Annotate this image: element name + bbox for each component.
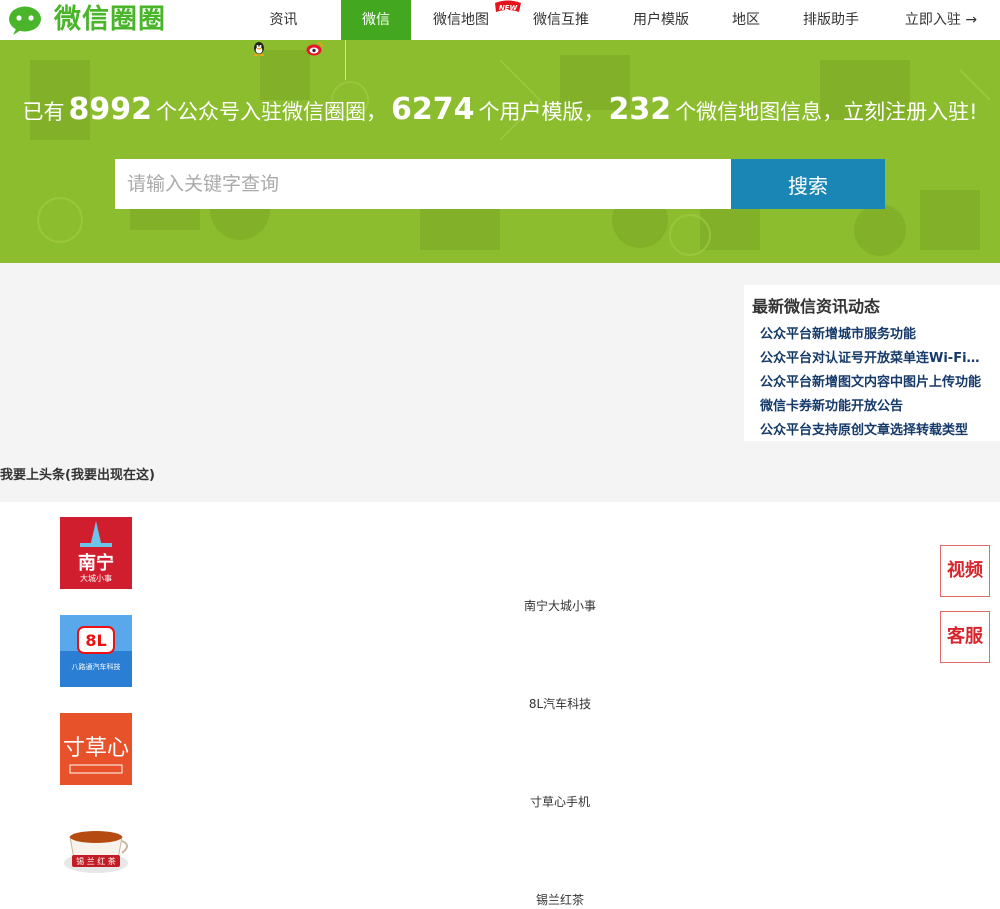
account-item[interactable]: 8L 八路通汽车科技 8L汽车科技: [0, 615, 1000, 713]
account-item[interactable]: 南宁 大城小事 南宁大城小事: [0, 517, 1000, 615]
news-item[interactable]: 公众平台对认证号开放菜单连Wi-Fi功能: [760, 347, 990, 371]
templates-count: 6274: [390, 92, 475, 127]
account-item[interactable]: 寸草心 寸草心手机: [0, 713, 1000, 811]
content-area: 最新微信资讯动态 公众平台新增城市服务功能 公众平台对认证号开放菜单连Wi-Fi…: [0, 263, 1000, 502]
account-name[interactable]: 南宁大城小事: [460, 597, 660, 614]
news-list: 公众平台新增城市服务功能 公众平台对认证号开放菜单连Wi-Fi功能 公众平台新增…: [760, 323, 990, 443]
nav-item[interactable]: 立即入驻 →: [881, 0, 1000, 40]
hero-stats-text: 已有 8992 个公众号入驻微信圈圈， 6274 个用户模版， 232 个微信地图信息，立刻…: [22, 92, 978, 127]
hero-banner: 已有 8992 个公众号入驻微信圈圈， 6274 个用户模版， 232 个微信地图信息，立刻…: [0, 40, 1000, 263]
weibo-icon[interactable]: [306, 40, 324, 58]
nav-divider: [345, 40, 346, 80]
news-panel: 最新微信资讯动态 公众平台新增城市服务功能 公众平台对认证号开放菜单连Wi-Fi…: [744, 285, 1000, 441]
new-badge-icon: NEW: [495, 0, 521, 12]
wechat-logo-icon: [9, 6, 41, 35]
nav-item[interactable]: 资讯: [226, 0, 341, 40]
news-panel-title: 最新微信资讯动态: [752, 297, 881, 316]
customer-service-button[interactable]: 客服: [940, 611, 990, 663]
news-item[interactable]: 公众平台支持原创文章选择转载类型: [760, 419, 990, 443]
news-item[interactable]: 公众平台新增城市服务功能: [760, 323, 990, 347]
account-name[interactable]: 8L汽车科技: [460, 695, 660, 712]
nanning-logo-icon: 南宁 大城小事: [60, 517, 132, 589]
svg-text:寸草心: 寸草心: [63, 736, 129, 761]
svg-text:NEW: NEW: [499, 4, 518, 12]
nav-item[interactable]: 排版助手: [781, 0, 881, 40]
news-item[interactable]: 公众平台新增图文内容中图片上传功能: [760, 371, 990, 395]
svg-text:大城小事: 大城小事: [80, 573, 112, 583]
svg-text:8L: 8L: [85, 631, 106, 650]
search-input[interactable]: [115, 159, 731, 209]
hero-background-pattern: [0, 40, 1000, 263]
search-button[interactable]: 搜索: [731, 159, 885, 209]
qq-penguin-icon[interactable]: [250, 40, 268, 58]
top-navbar: 微信圈圈 资讯 微信 微信地图 微信互推 用户模版 地区 排版助手 立即入驻 → NEW: [0, 0, 1000, 40]
site-logo-text: 微信圈圈: [54, 4, 166, 35]
nav-item[interactable]: 用户模版: [611, 0, 711, 40]
headline-label[interactable]: 我要上头条(我要出现在这): [0, 464, 155, 483]
svg-text:南宁: 南宁: [78, 552, 114, 574]
site-logo[interactable]: 微信圈圈: [8, 3, 166, 37]
svg-text:锡 兰 红 茶: 锡 兰 红 茶: [76, 856, 116, 866]
map-count: 232: [608, 92, 672, 127]
nav-item[interactable]: 地区: [711, 0, 781, 40]
8l-logo-icon: 8L 八路通汽车科技: [60, 615, 132, 687]
tea-cup-logo-icon: 锡 兰 红 茶: [60, 811, 132, 883]
cuncaoxin-logo-icon: 寸草心: [60, 713, 132, 785]
video-button[interactable]: 视频: [940, 545, 990, 597]
nav-item[interactable]: 微信互推: [511, 0, 611, 40]
svg-text:八路通汽车科技: 八路通汽车科技: [72, 662, 121, 671]
account-name[interactable]: 寸草心手机: [460, 793, 660, 810]
main-nav: 资讯 微信 微信地图 微信互推 用户模版 地区 排版助手 立即入驻 →: [226, 0, 1000, 40]
accounts-count: 8992: [68, 92, 152, 127]
account-item[interactable]: 锡 兰 红 茶 锡兰红茶: [0, 811, 1000, 909]
news-item[interactable]: 微信卡券新功能开放公告: [760, 395, 990, 419]
nav-item[interactable]: 微信: [341, 0, 411, 40]
account-name[interactable]: 锡兰红茶: [460, 891, 660, 908]
